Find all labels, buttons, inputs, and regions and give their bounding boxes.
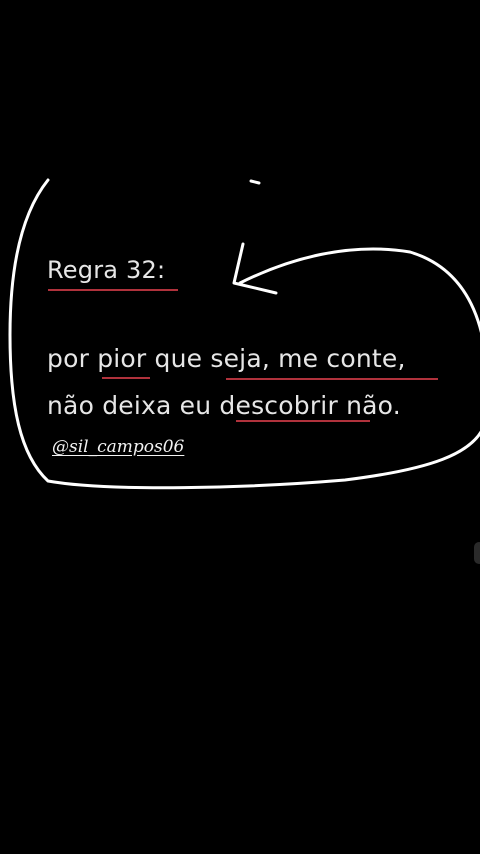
quote-line-2: não deixa eu descobrir não. — [47, 391, 401, 420]
story-canvas: Regra 32: por pior que seja, me conte, n… — [0, 0, 480, 854]
rule-title-underline — [48, 289, 178, 291]
drawn-tick-mark — [249, 179, 261, 185]
user-mention[interactable]: @sil_campos06 — [52, 437, 184, 457]
quote-line-1: por pior que seja, me conte, — [47, 344, 406, 373]
hand-drawn-loop — [8, 178, 480, 490]
underline-pior — [102, 377, 150, 379]
edge-indicator — [474, 542, 480, 564]
underline-seja-me-conte — [226, 378, 438, 380]
rule-title: Regra 32: — [47, 256, 166, 284]
underline-descobrir — [236, 420, 370, 422]
